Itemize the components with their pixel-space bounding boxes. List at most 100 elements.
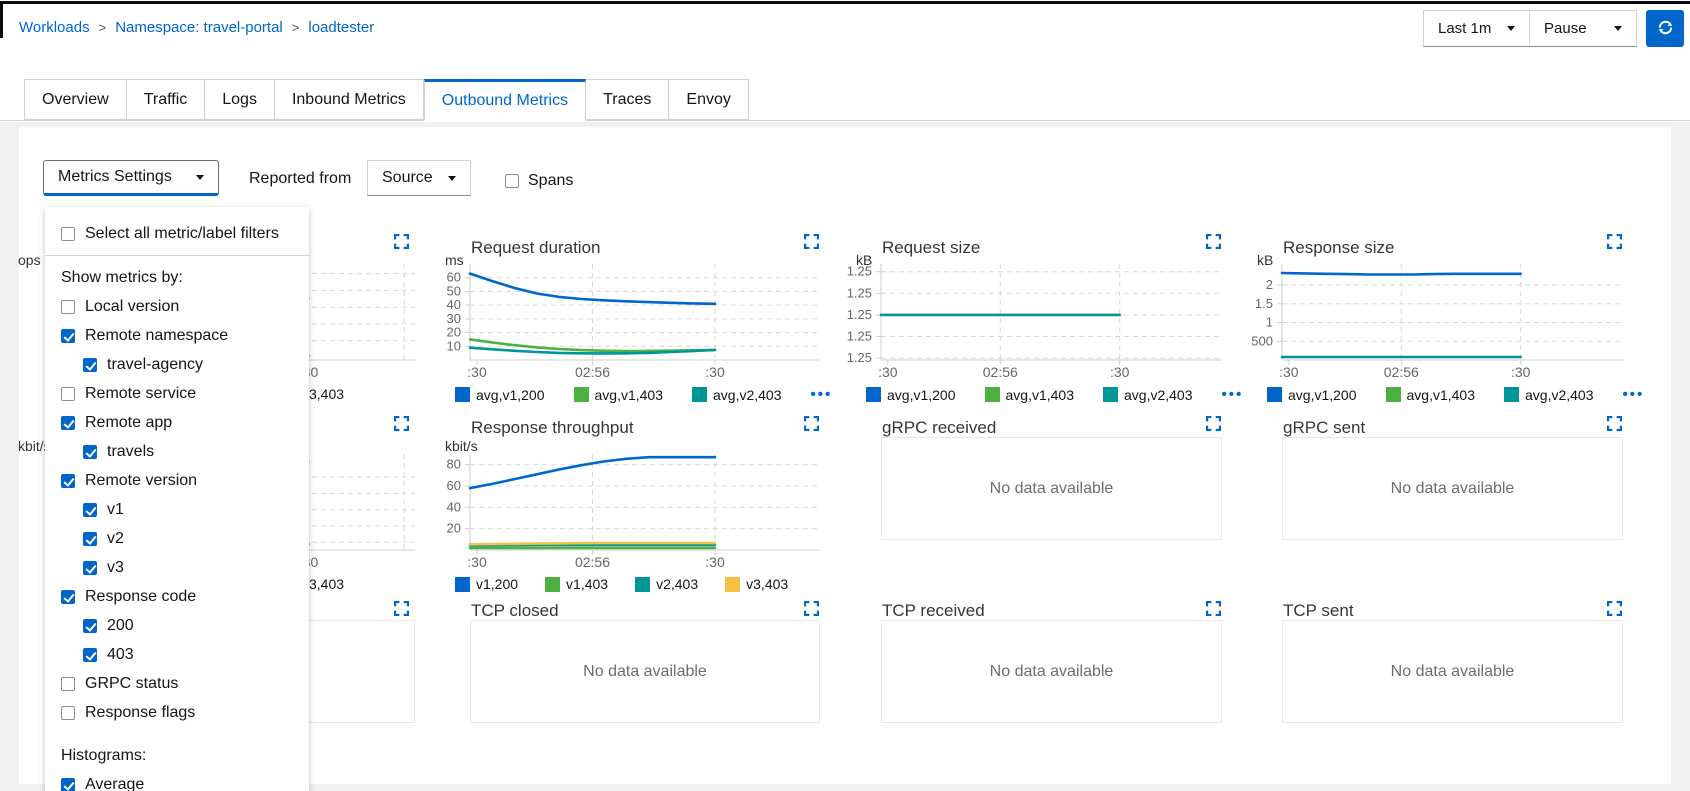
chart-tcp-sent: TCP sentNo data available	[1237, 595, 1633, 730]
legend-item[interactable]: avg,v2,403	[1504, 387, 1594, 403]
filter-option-response-code[interactable]: Response code	[45, 582, 309, 611]
legend-item[interactable]: v1,200	[455, 576, 518, 592]
expand-chart-icon[interactable]	[392, 416, 410, 434]
legend-swatch	[1386, 387, 1401, 402]
filter-checkbox[interactable]	[61, 227, 75, 241]
legend-item[interactable]: avg,v1,200	[1267, 387, 1357, 403]
refresh-button[interactable]	[1646, 10, 1684, 47]
filter-label: v1	[107, 501, 124, 519]
expand-chart-icon[interactable]	[1605, 234, 1623, 252]
expand-chart-icon[interactable]	[802, 234, 820, 252]
breadcrumb-separator: >	[99, 20, 107, 35]
legend-swatch	[985, 387, 1000, 402]
tab-overview[interactable]: Overview	[24, 79, 127, 120]
chart-plot: 50011.52:3002:56:30	[1237, 260, 1633, 385]
filter-checkbox[interactable]	[83, 648, 97, 662]
filter-option-v2[interactable]: v2	[45, 524, 309, 553]
duration-select[interactable]: Last 1m	[1423, 10, 1530, 47]
filter-option-average[interactable]: Average	[45, 770, 309, 791]
chart-response-throughput: Response throughputkbit/s20406080:3002:5…	[425, 410, 830, 592]
expand-chart-icon[interactable]	[802, 601, 820, 619]
expand-chart-icon[interactable]	[392, 234, 410, 252]
legend-item[interactable]: v3,403	[725, 576, 788, 592]
filter-option-travel-agency[interactable]: travel-agency	[45, 350, 309, 379]
chart-title: TCP received	[882, 601, 985, 621]
svg-text:02:56: 02:56	[575, 554, 610, 570]
filter-checkbox[interactable]	[61, 706, 75, 720]
filter-option-remote-service[interactable]: Remote service	[45, 379, 309, 408]
tab-envoy[interactable]: Envoy	[669, 79, 748, 120]
tab-traces[interactable]: Traces	[586, 79, 669, 120]
filter-option-200[interactable]: 200	[45, 611, 309, 640]
filter-label: Remote app	[85, 414, 172, 432]
legend-item[interactable]: avg,v1,200	[455, 387, 545, 403]
legend-item[interactable]: avg,v2,403	[1103, 387, 1193, 403]
svg-text:60: 60	[447, 478, 461, 493]
filter-option-remote-version[interactable]: Remote version	[45, 466, 309, 495]
filter-checkbox[interactable]	[61, 677, 75, 691]
chart-tcp-closed: TCP closedNo data available	[425, 595, 830, 730]
filter-option-local-version[interactable]: Local version	[45, 292, 309, 321]
svg-text:1.25: 1.25	[847, 350, 872, 365]
tab-logs[interactable]: Logs	[205, 79, 275, 120]
filter-checkbox[interactable]	[61, 416, 75, 430]
tab-traffic[interactable]: Traffic	[127, 79, 206, 120]
filter-label: Local version	[85, 298, 179, 316]
filter-option-403[interactable]: 403	[45, 640, 309, 669]
filter-checkbox[interactable]	[61, 590, 75, 604]
filter-checkbox[interactable]	[83, 532, 97, 546]
chart-title: TCP closed	[471, 601, 559, 621]
filter-checkbox[interactable]	[61, 329, 75, 343]
filter-checkbox[interactable]	[61, 387, 75, 401]
refresh-interval-select[interactable]: Pause	[1529, 10, 1637, 47]
expand-chart-icon[interactable]	[1204, 416, 1222, 434]
filter-option-grpc-status[interactable]: GRPC status	[45, 669, 309, 698]
filter-option-remote-app[interactable]: Remote app	[45, 408, 309, 437]
legend-item[interactable]: v2,403	[635, 576, 698, 592]
legend-item[interactable]: avg,v2,403	[692, 387, 782, 403]
filter-checkbox[interactable]	[61, 778, 75, 791]
legend-item[interactable]: avg,v1,403	[1386, 387, 1476, 403]
tab-outbound-metrics[interactable]: Outbound Metrics	[424, 79, 586, 121]
filter-option-travels[interactable]: travels	[45, 437, 309, 466]
chart-request-size: Request sizekB1.251.251.251.251.25:3002:…	[836, 228, 1232, 408]
chart-grpc-sent: gRPC sentNo data available	[1237, 410, 1633, 592]
filter-checkbox[interactable]	[83, 445, 97, 459]
filter-option-response-flags[interactable]: Response flags	[45, 698, 309, 727]
breadcrumb-link[interactable]: Workloads	[19, 19, 90, 36]
legend-swatch	[635, 577, 650, 592]
spans-checkbox[interactable]	[505, 174, 519, 188]
filter-label: Select all metric/label filters	[85, 225, 279, 243]
legend-item[interactable]: avg,v1,200	[866, 387, 956, 403]
expand-chart-icon[interactable]	[1204, 601, 1222, 619]
filter-option-v1[interactable]: v1	[45, 495, 309, 524]
tab-inbound-metrics[interactable]: Inbound Metrics	[275, 79, 424, 120]
filter-checkbox[interactable]	[83, 503, 97, 517]
chevron-down-icon	[1614, 26, 1622, 31]
filter-checkbox[interactable]	[83, 358, 97, 372]
expand-chart-icon[interactable]	[1605, 601, 1623, 619]
filter-option-select-all-metric-label-filters[interactable]: Select all metric/label filters	[45, 219, 309, 248]
filter-checkbox[interactable]	[83, 561, 97, 575]
legend-label: avg,v2,403	[1525, 387, 1594, 403]
filter-checkbox[interactable]	[61, 300, 75, 314]
expand-chart-icon[interactable]	[1605, 416, 1623, 434]
expand-chart-icon[interactable]	[392, 601, 410, 619]
reported-from-select[interactable]: Source	[367, 160, 471, 196]
breadcrumb-link[interactable]: Namespace: travel-portal	[115, 19, 283, 36]
legend-swatch	[1267, 387, 1282, 402]
expand-chart-icon[interactable]	[1204, 234, 1222, 252]
legend-item[interactable]: avg,v1,403	[985, 387, 1075, 403]
legend-overflow-button[interactable]: •••	[1623, 386, 1653, 403]
filter-checkbox[interactable]	[61, 474, 75, 488]
legend-item[interactable]: v1,403	[545, 576, 608, 592]
breadcrumb-link[interactable]: loadtester	[308, 19, 374, 36]
metrics-settings-dropdown-toggle[interactable]: Metrics Settings	[43, 160, 219, 196]
filter-label: Average	[85, 776, 144, 791]
filter-option-remote-namespace[interactable]: Remote namespace	[45, 321, 309, 350]
expand-chart-icon[interactable]	[802, 416, 820, 434]
filter-checkbox[interactable]	[83, 619, 97, 633]
filter-option-v3[interactable]: v3	[45, 553, 309, 582]
svg-text:1.25: 1.25	[847, 285, 872, 300]
legend-item[interactable]: avg,v1,403	[574, 387, 664, 403]
